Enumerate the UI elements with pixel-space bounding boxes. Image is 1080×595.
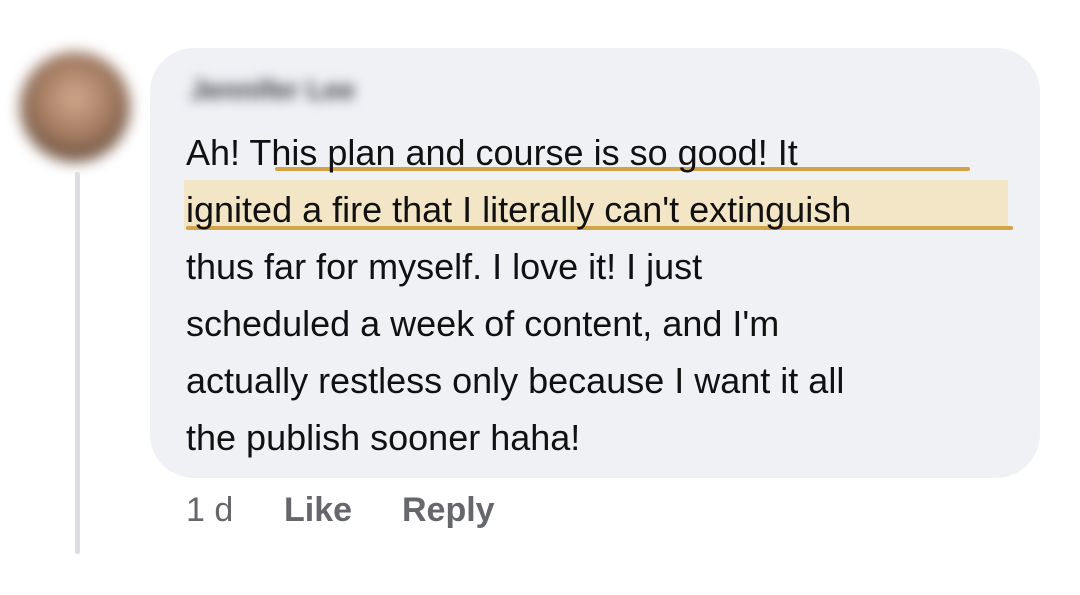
comment-line: actually restless only because I want it… [186, 360, 845, 401]
comment-line: Ah! This plan and course is so good! It [186, 132, 798, 173]
avatar[interactable] [20, 52, 130, 162]
thread-line [75, 172, 80, 554]
comment-author-name[interactable]: Jennifer Lee [190, 74, 355, 106]
comment-line: ignited a fire that I literally can't ex… [186, 189, 852, 230]
comment-line: the publish sooner haha! [186, 417, 581, 458]
reply-button[interactable]: Reply [402, 491, 495, 530]
comment-line: thus far for myself. I love it! I just [186, 246, 703, 287]
comment-timestamp[interactable]: 1 d [186, 491, 233, 530]
comment-line: scheduled a week of content, and I'm [186, 303, 780, 344]
like-button[interactable]: Like [284, 491, 352, 530]
